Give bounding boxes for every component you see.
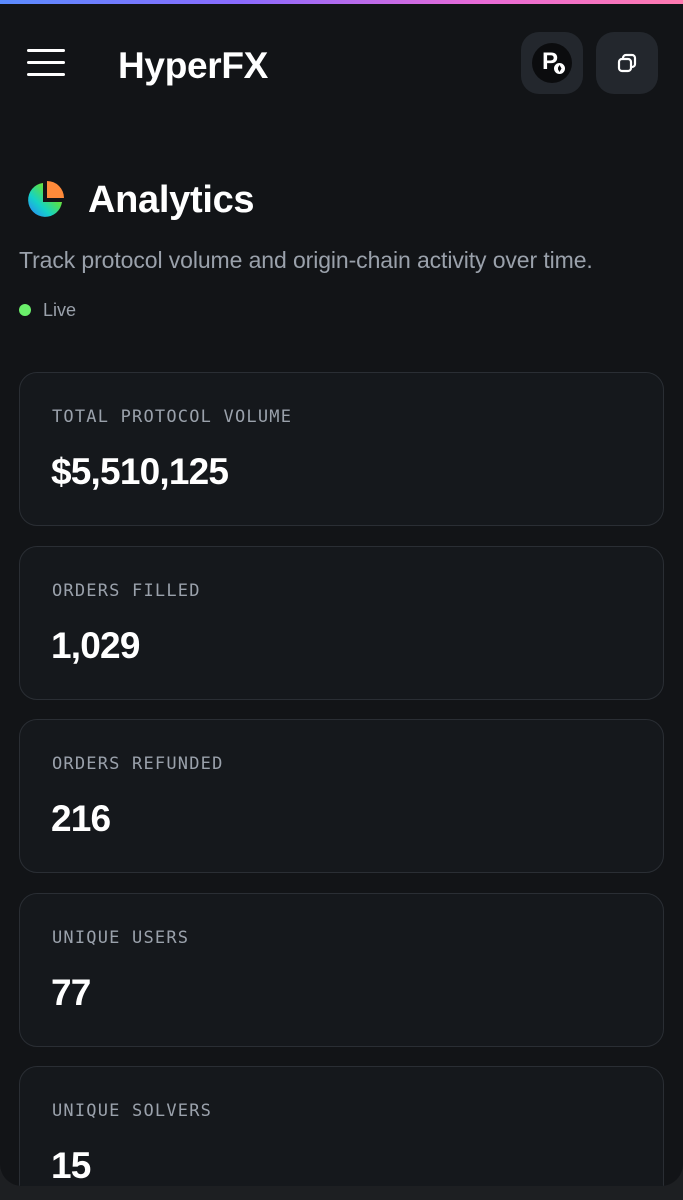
page-subtitle: Track protocol volume and origin-chain a…	[19, 247, 593, 273]
account-button[interactable]: P	[521, 32, 583, 94]
stat-label: ORDERS FILLED	[52, 581, 201, 601]
copy-icon	[617, 53, 637, 73]
stat-value: 216	[51, 798, 111, 839]
page-title: Analytics	[88, 178, 255, 221]
stat-label: UNIQUE SOLVERS	[52, 1101, 213, 1121]
stat-card-unique-solvers: UNIQUE SOLVERS 15	[19, 1066, 664, 1186]
stat-label: TOTAL PROTOCOL VOLUME	[52, 407, 293, 427]
stat-label: UNIQUE USERS	[52, 928, 190, 948]
stat-card-unique-users: UNIQUE USERS 77	[19, 893, 664, 1047]
wallet-avatar: P	[532, 43, 572, 83]
pie-chart-icon	[28, 181, 64, 217]
page-heading: Analytics	[24, 175, 255, 225]
hamburger-line	[27, 73, 65, 76]
stat-value: 77	[51, 972, 91, 1013]
hamburger-line	[27, 61, 65, 64]
stat-value: $5,510,125	[51, 451, 229, 492]
status-label: Live	[43, 299, 77, 320]
stat-label: ORDERS REFUNDED	[52, 754, 224, 774]
stat-card-orders-filled: ORDERS FILLED 1,029	[19, 546, 664, 700]
header: HyperFX P	[0, 0, 683, 130]
stat-card-orders-refunded: ORDERS REFUNDED 216	[19, 719, 664, 873]
stat-value: 1,029	[51, 625, 140, 666]
live-status: Live	[19, 298, 76, 322]
app-screen: HyperFX P Analytics Track protocol volum…	[0, 0, 683, 1186]
ethereum-icon	[553, 62, 566, 75]
stat-value: 15	[51, 1145, 91, 1186]
brand-name[interactable]: HyperFX	[118, 45, 268, 87]
status-dot-icon	[19, 304, 31, 316]
menu-button[interactable]	[26, 46, 66, 80]
hamburger-menu-icon	[27, 49, 65, 52]
copy-button[interactable]	[596, 32, 658, 94]
stat-card-total-volume: TOTAL PROTOCOL VOLUME $5,510,125	[19, 372, 664, 526]
